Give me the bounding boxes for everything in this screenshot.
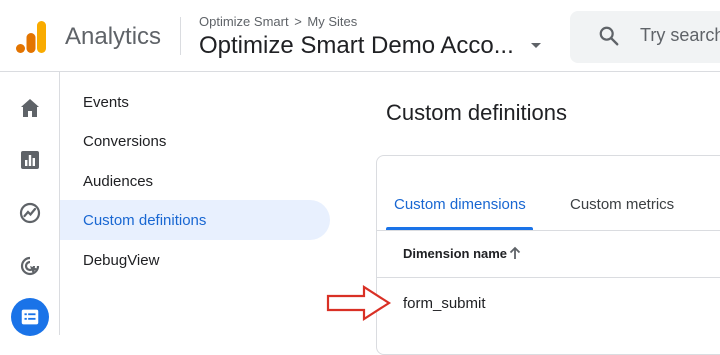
- nav-item-custom-definitions[interactable]: Custom definitions: [83, 212, 206, 229]
- tab-custom-dimensions[interactable]: Custom dimensions: [394, 196, 526, 213]
- tab-custom-metrics[interactable]: Custom metrics: [570, 196, 674, 213]
- account-selector[interactable]: Optimize Smart Demo Acco...: [199, 32, 514, 60]
- header-row-divider: [377, 277, 720, 278]
- annotation-arrow-icon: [326, 285, 392, 321]
- analytics-logo-icon[interactable]: [16, 21, 46, 53]
- app-name: Analytics: [65, 23, 162, 50]
- tabs-divider: [377, 230, 720, 231]
- configure-icon: [21, 309, 39, 325]
- caret-down-icon[interactable]: [531, 43, 541, 48]
- nav-item-conversions[interactable]: Conversions: [83, 133, 166, 150]
- breadcrumb[interactable]: Optimize Smart > My Sites: [199, 14, 357, 29]
- table-cell-dimension-name[interactable]: form_submit: [403, 295, 486, 312]
- search-icon: [599, 26, 619, 46]
- column-header-dimension-name[interactable]: Dimension name: [403, 246, 507, 261]
- home-icon[interactable]: [18, 96, 42, 120]
- page-title: Custom definitions: [386, 100, 567, 125]
- arrow-up-sort-icon[interactable]: [508, 246, 522, 260]
- header-divider: [180, 17, 181, 55]
- breadcrumb-parent[interactable]: Optimize Smart: [199, 14, 289, 29]
- reports-icon[interactable]: [18, 148, 42, 172]
- chevron-right-icon: >: [294, 14, 302, 29]
- advertising-icon[interactable]: [18, 254, 42, 278]
- top-app-bar: Analytics Optimize Smart > My Sites Opti…: [0, 0, 720, 72]
- nav-item-audiences[interactable]: Audiences: [83, 173, 153, 190]
- nav-item-debugview[interactable]: DebugView: [83, 252, 159, 269]
- search-input[interactable]: Try search: [640, 25, 720, 46]
- explore-icon[interactable]: [18, 201, 42, 225]
- nav-item-events[interactable]: Events: [83, 94, 129, 111]
- breadcrumb-child[interactable]: My Sites: [307, 14, 357, 29]
